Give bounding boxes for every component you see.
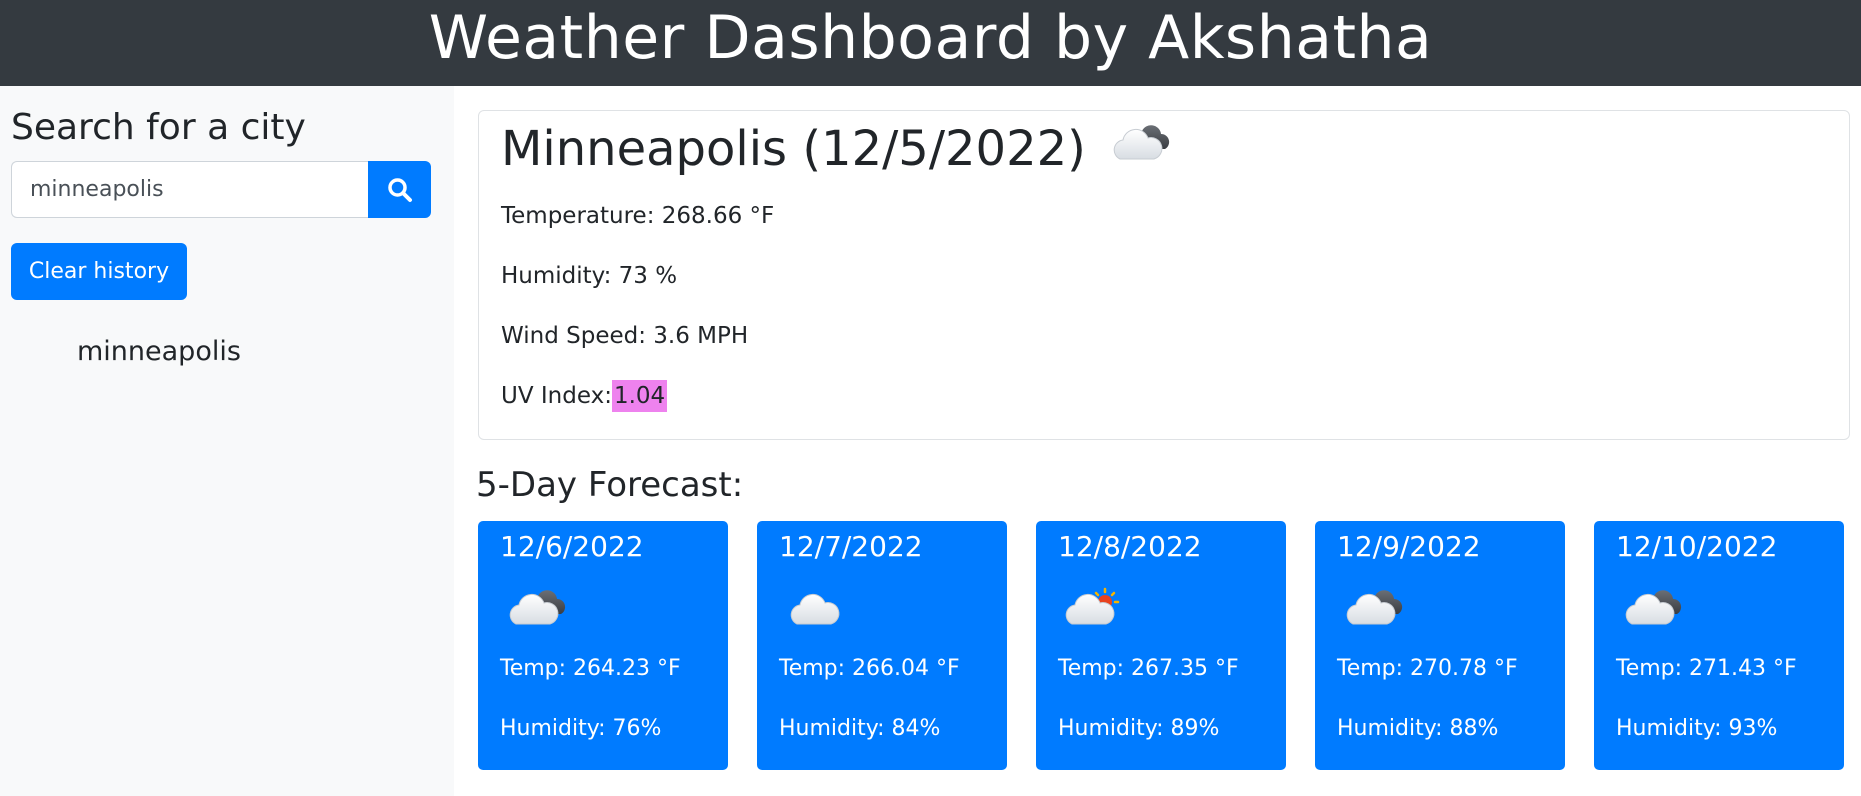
- forecast-humidity: Humidity: 76%: [500, 716, 662, 741]
- forecast-temp: Temp: 264.23 °F: [500, 656, 681, 681]
- forecast-temp: Temp: 267.35 °F: [1058, 656, 1239, 681]
- clear-history-button[interactable]: Clear history: [11, 243, 187, 300]
- forecast-date: 12/8/2022: [1058, 530, 1202, 563]
- current-uv-index: UV Index:1.04: [501, 380, 668, 412]
- search-heading: Search for a city: [11, 107, 306, 148]
- search-button[interactable]: [368, 161, 431, 218]
- forecast-date: 12/7/2022: [779, 530, 923, 563]
- forecast-card: 12/6/2022 Temp: 264.23 °F Humidity: 76%: [478, 521, 728, 770]
- forecast-card: 12/7/2022 Temp: 266.04 °F Humidity: 84%: [757, 521, 1007, 770]
- forecast-humidity: Humidity: 88%: [1337, 716, 1499, 741]
- sidebar: Search for a city Clear history minneapo…: [0, 86, 454, 796]
- forecast-temp: Temp: 266.04 °F: [779, 656, 960, 681]
- forecast-card: 12/8/2022 Temp: 267.35 °F Humidity: 89%: [1036, 521, 1286, 770]
- forecast-date: 12/6/2022: [500, 530, 644, 563]
- cloud-icon: [1108, 119, 1174, 179]
- forecast-temp: Temp: 271.43 °F: [1616, 656, 1797, 681]
- forecast-card: 12/9/2022 Temp: 270.78 °F Humidity: 88%: [1315, 521, 1565, 770]
- current-temperature: Temperature: 268.66 °F: [501, 203, 775, 229]
- current-city-label: Minneapolis (12/5/2022): [501, 121, 1086, 177]
- forecast-humidity: Humidity: 84%: [779, 716, 941, 741]
- search-input[interactable]: [11, 161, 369, 218]
- forecast-date: 12/10/2022: [1616, 530, 1778, 563]
- search-icon: [387, 177, 412, 202]
- forecast-humidity: Humidity: 89%: [1058, 716, 1220, 741]
- uv-label: UV Index:: [501, 383, 612, 409]
- page-title: Weather Dashboard by Akshatha: [428, 3, 1433, 73]
- forecast-heading: 5-Day Forecast:: [476, 465, 744, 505]
- current-weather-card: Minneapolis (12/5/2022) Temperature: 268…: [478, 110, 1850, 440]
- uv-badge: 1.04: [611, 380, 668, 412]
- forecast-date: 12/9/2022: [1337, 530, 1481, 563]
- forecast-temp: Temp: 270.78 °F: [1337, 656, 1518, 681]
- current-wind-speed: Wind Speed: 3.6 MPH: [501, 323, 749, 349]
- current-humidity: Humidity: 73 %: [501, 263, 678, 289]
- cloud-icon: [504, 586, 570, 634]
- top-bar: Weather Dashboard by Akshatha: [0, 0, 1861, 86]
- forecast-humidity: Humidity: 93%: [1616, 716, 1778, 741]
- search-history-list: minneapolis: [77, 334, 241, 370]
- forecast-card: 12/10/2022 Temp: 271.43 °F Humidity: 93%: [1594, 521, 1844, 770]
- current-city-title: Minneapolis (12/5/2022): [501, 119, 1174, 179]
- cloud-icon: [1341, 586, 1407, 634]
- partly-cloudy-sun-icon: [1062, 586, 1128, 634]
- cloud-icon: [783, 586, 849, 634]
- history-item[interactable]: minneapolis: [77, 334, 241, 370]
- cloud-icon: [1620, 586, 1686, 634]
